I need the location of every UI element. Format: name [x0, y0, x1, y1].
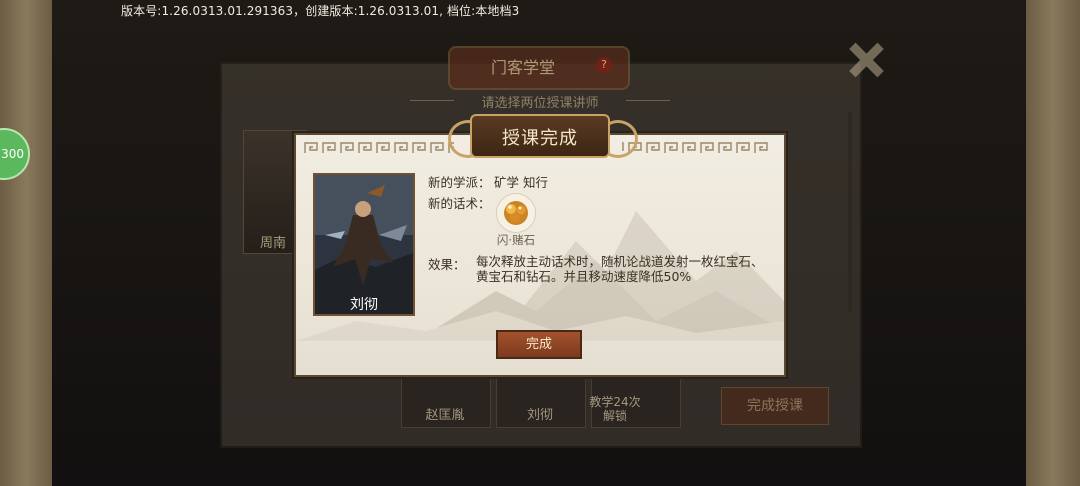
skill-name: 闪·赌石	[496, 233, 536, 247]
effect-description: 每次释放主动话术时，随机论战道发射一枚红宝石、黄宝石和钻石。并且移动速度降低50…	[476, 254, 764, 284]
right-frame-border	[1026, 0, 1080, 486]
done-button[interactable]: 完成	[496, 330, 582, 359]
new-school-label: 新的学派：	[428, 175, 491, 190]
teacher-card-1-label: 赵匡胤	[425, 408, 465, 423]
new-school-value: 矿学 知行	[494, 175, 548, 190]
character-name: 刘彻	[350, 297, 378, 313]
locked-card-label: 教学24次解锁	[589, 395, 641, 423]
dialog-scrollbar	[848, 112, 852, 312]
version-info: 版本号:1.26.0313.01.291363，创建版本:1.26.0313.0…	[121, 4, 520, 18]
left-frame-border	[0, 0, 52, 486]
close-icon[interactable]	[846, 40, 886, 80]
skill-icon-frame[interactable]	[496, 193, 536, 233]
modal-title: 授课完成	[502, 128, 578, 149]
select-teachers-subtitle: 请选择两位授课讲师	[410, 92, 670, 111]
complete-teaching-button[interactable]: 完成授课	[721, 387, 829, 425]
amber-gem-cluster-icon	[504, 201, 528, 225]
school-title: 门客学堂	[490, 58, 555, 77]
teacher-card-2-label: 刘彻	[526, 408, 553, 423]
new-skill-label: 新的话术：	[428, 196, 491, 211]
help-icon[interactable]: ?	[596, 57, 612, 73]
effect-label: 效果：	[428, 257, 466, 272]
